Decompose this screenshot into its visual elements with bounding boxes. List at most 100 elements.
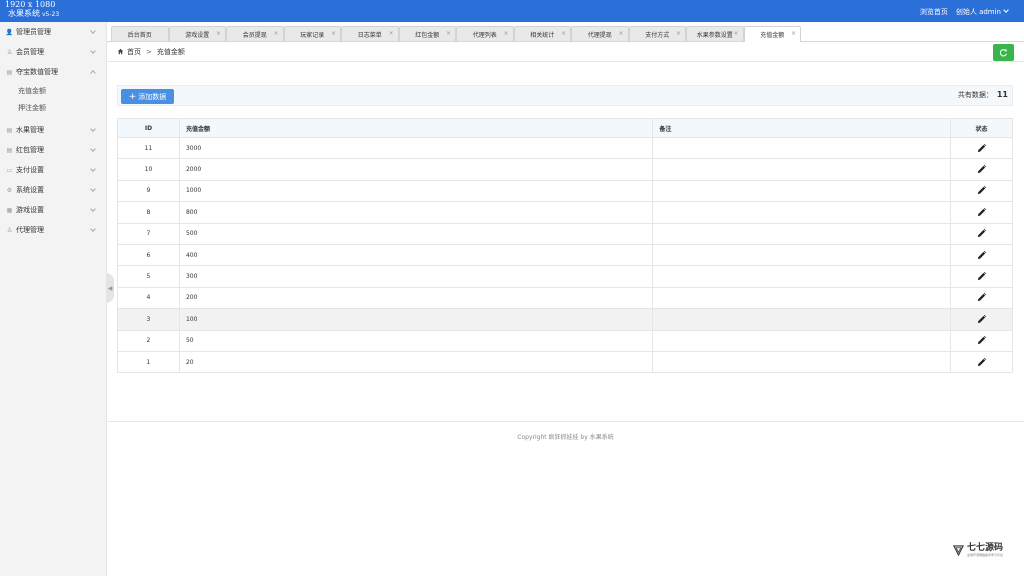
- sidebar-item[interactable]: ▤ 红包管理: [0, 140, 106, 160]
- close-icon[interactable]: ×: [216, 30, 221, 37]
- sidebar-item[interactable]: ▤ 夺宝数值管理: [0, 62, 106, 82]
- sidebar-item[interactable]: 👤 管理员管理: [0, 22, 106, 42]
- preview-home-link[interactable]: 浏览首页: [920, 7, 948, 17]
- close-icon[interactable]: ×: [503, 30, 508, 37]
- sidebar-item[interactable]: ⚙ 系统设置: [0, 180, 106, 200]
- sidebar-collapse-toggle[interactable]: ◀: [106, 273, 114, 303]
- close-icon[interactable]: ×: [388, 30, 393, 37]
- sidebar-item[interactable]: ▤ 水果管理: [0, 120, 106, 140]
- table-row: 2 50: [117, 329, 1013, 352]
- agent-icon: ♙: [6, 226, 13, 234]
- close-icon[interactable]: ×: [733, 30, 738, 37]
- cell-amount: 400: [178, 243, 654, 267]
- tab-item[interactable]: 后台首页: [111, 26, 169, 41]
- sidebar-subitem[interactable]: 充值金额: [0, 82, 106, 99]
- edit-pencil-icon[interactable]: [976, 164, 987, 175]
- tab-item[interactable]: 充值金额 ×: [743, 26, 801, 42]
- cell-status: [950, 222, 1013, 245]
- card-icon: ▭: [6, 166, 13, 174]
- cell-status: [950, 243, 1013, 267]
- chevron-down-icon: [90, 146, 96, 152]
- edit-pencil-icon[interactable]: [976, 357, 987, 368]
- cell-amount: 500: [178, 222, 654, 245]
- brand[interactable]: 水果系统 v5-23: [8, 8, 59, 20]
- sidebar-item-label: 游戏设置: [16, 206, 44, 214]
- cell-note: [652, 286, 952, 310]
- member-icon: ♙: [6, 48, 13, 56]
- cell-id: 3: [117, 308, 180, 331]
- tab-item[interactable]: 红包金额 ×: [398, 26, 456, 41]
- brand-version: v5-23: [42, 11, 60, 18]
- cell-note: [652, 243, 952, 267]
- tab-label: 日志菜单: [357, 31, 382, 39]
- tab-item[interactable]: 代理列表 ×: [456, 26, 514, 41]
- user-icon: 👤: [5, 28, 14, 36]
- sidebar-item[interactable]: ♙ 会员管理: [0, 42, 106, 62]
- tab-item[interactable]: 玩家记录 ×: [283, 26, 341, 41]
- tab-item[interactable]: 游戏设置 ×: [168, 26, 226, 41]
- cell-note: [652, 201, 952, 224]
- edit-pencil-icon[interactable]: [976, 314, 987, 325]
- add-data-button[interactable]: + 添加数据: [121, 89, 174, 104]
- column-header-amount[interactable]: 充值金额: [178, 118, 654, 138]
- database-icon: ▤: [6, 68, 13, 76]
- edit-pencil-icon[interactable]: [976, 185, 987, 196]
- edit-pencil-icon[interactable]: [976, 250, 987, 261]
- user-menu[interactable]: 创始人 admin: [956, 7, 1009, 17]
- table-row: 5 300: [117, 265, 1013, 288]
- brand-name: 水果系统: [8, 9, 40, 18]
- breadcrumb-home[interactable]: 首页: [127, 47, 141, 57]
- sidebar-item-label: 红包管理: [16, 146, 44, 154]
- edit-pencil-icon[interactable]: [976, 207, 987, 218]
- tab-label: 支付方式: [645, 31, 670, 39]
- edit-pencil-icon[interactable]: [976, 335, 987, 346]
- cell-amount: 50: [178, 329, 654, 352]
- sidebar-subitem[interactable]: 押注金额: [0, 99, 106, 116]
- cell-amount: 200: [178, 286, 654, 310]
- edit-pencil-icon[interactable]: [976, 292, 987, 303]
- breadcrumb: 首页 > 充值金额: [107, 42, 1024, 62]
- refresh-button[interactable]: [993, 44, 1014, 61]
- tab-label: 相关统计: [530, 31, 555, 39]
- tab-item[interactable]: 相关统计 ×: [513, 26, 571, 41]
- close-icon[interactable]: ×: [791, 30, 796, 37]
- cell-id: 4: [117, 286, 180, 310]
- tab-item[interactable]: 日志菜单 ×: [341, 26, 399, 41]
- cell-note: [652, 265, 952, 288]
- chevron-down-icon: [1003, 7, 1009, 13]
- footer-copyright: Copyright 疯狂抓娃娃 by 水果系统: [107, 421, 1024, 441]
- tab-item[interactable]: 代理提现 ×: [571, 26, 629, 41]
- close-icon[interactable]: ×: [561, 30, 566, 37]
- cell-amount: 100: [178, 308, 654, 331]
- close-icon[interactable]: ×: [446, 30, 451, 37]
- cell-id: 8: [117, 201, 180, 224]
- refresh-icon: [999, 49, 1007, 57]
- red-packet-icon: ▤: [6, 146, 13, 154]
- edit-pencil-icon[interactable]: [976, 143, 987, 154]
- tab-label: 后台首页: [127, 31, 152, 39]
- column-header-note[interactable]: 备注: [652, 118, 952, 138]
- total-value: 11: [996, 90, 1008, 99]
- sidebar-item[interactable]: ▭ 支付设置: [0, 160, 106, 180]
- tab-item[interactable]: 支付方式 ×: [628, 26, 686, 41]
- close-icon[interactable]: ×: [618, 30, 623, 37]
- cell-status: [950, 201, 1013, 224]
- chevron-down-icon: [90, 126, 96, 132]
- column-header-id[interactable]: ID: [117, 118, 180, 138]
- tab-item[interactable]: 会员提现 ×: [226, 26, 284, 41]
- home-icon: [117, 48, 124, 55]
- sidebar-item[interactable]: ♙ 代理管理: [0, 220, 106, 240]
- tab-label: 玩家记录: [300, 31, 325, 39]
- close-icon[interactable]: ×: [331, 30, 336, 37]
- edit-pencil-icon[interactable]: [976, 228, 987, 239]
- sidebar-item[interactable]: ▦ 游戏设置: [0, 200, 106, 220]
- tab-item[interactable]: 水果参数设置 ×: [686, 26, 744, 41]
- close-icon[interactable]: ×: [676, 30, 681, 37]
- column-header-status[interactable]: 状态: [950, 118, 1013, 138]
- close-icon[interactable]: ×: [273, 30, 278, 37]
- game-icon: ▦: [6, 206, 13, 214]
- watermark-logo-icon: [953, 544, 964, 556]
- edit-pencil-icon[interactable]: [976, 271, 987, 282]
- cell-note: [652, 179, 952, 203]
- cell-status: [950, 286, 1013, 310]
